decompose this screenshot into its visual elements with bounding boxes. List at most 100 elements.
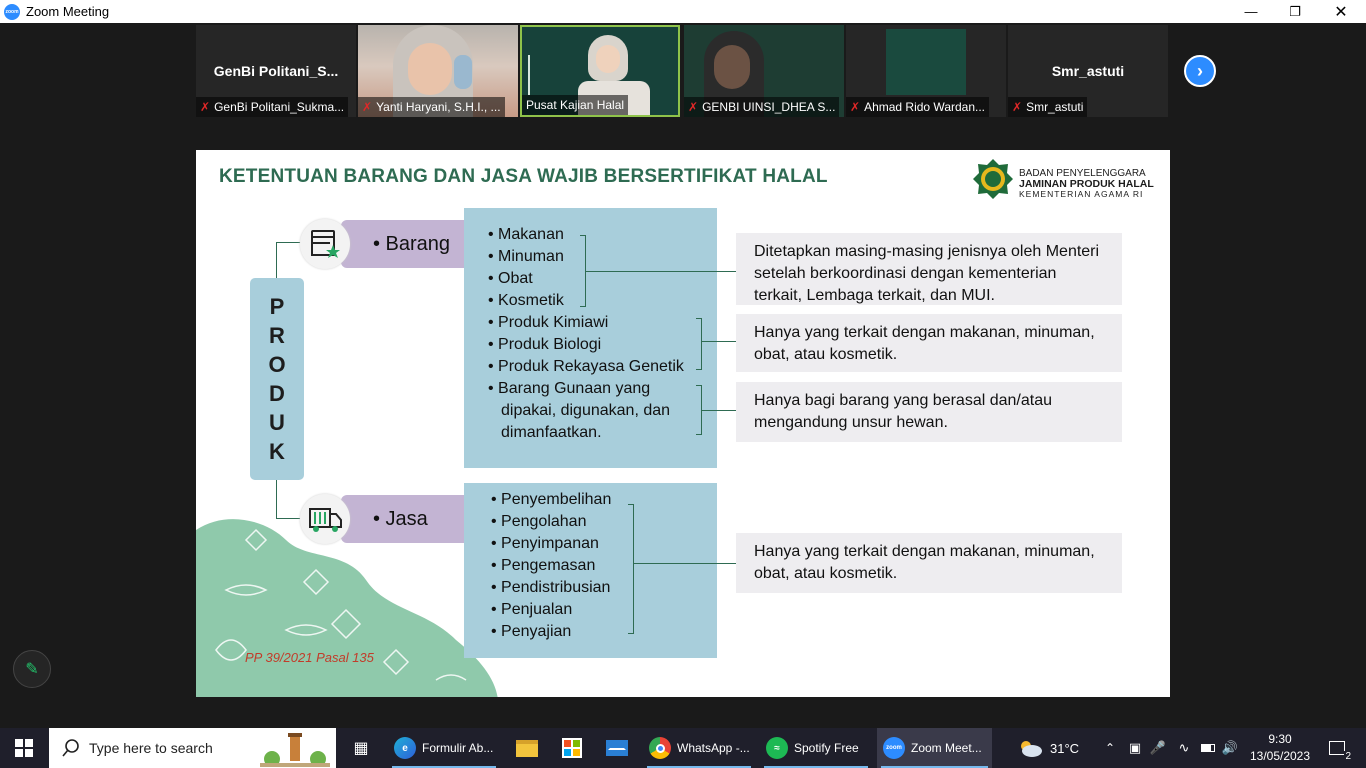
shop-star-icon	[300, 219, 350, 269]
notification-center-button[interactable]: 2	[1322, 728, 1352, 768]
connector-line	[702, 341, 736, 342]
participant-display-name: Smr_astuti	[1051, 63, 1125, 79]
search-highlight-illustration-icon	[260, 733, 330, 767]
chevron-up-icon: ⌃	[1104, 741, 1116, 755]
windows-logo-icon	[15, 739, 33, 757]
taskbar-app[interactable]	[508, 728, 546, 768]
participant-label: ✗ GENBI UINSI_DHEA S...	[684, 97, 840, 117]
list-item: • Obat	[488, 270, 533, 287]
note-box: Hanya yang terkait dengan makanan, minum…	[736, 533, 1122, 593]
list-item: • Produk Rekayasa Genetik	[488, 358, 684, 375]
participant-tile[interactable]: Smr_astuti ✗ Smr_astuti	[1008, 25, 1168, 117]
participant-label: ✗ Yanti Haryani, S.H.I., ...	[358, 97, 505, 117]
volume-icon[interactable]: 🔊	[1221, 728, 1239, 768]
participant-tile[interactable]: ✗ Yanti Haryani, S.H.I., ...	[358, 25, 518, 117]
task-view-button[interactable]: ▦	[345, 728, 377, 768]
taskbar-app[interactable]: WhatsApp -...	[643, 728, 755, 768]
participant-label: ✗ GenBi Politani_Sukma...	[196, 97, 349, 117]
produk-box: PR OD UK	[250, 278, 304, 480]
taskbar-app[interactable]: e Formulir Ab...	[388, 728, 500, 768]
close-button[interactable]: ✕	[1318, 0, 1364, 23]
wifi-icon[interactable]: ∿	[1175, 728, 1193, 768]
taskbar: Type here to search ▦ e Formulir Ab... W…	[0, 728, 1366, 768]
taskbar-search-box[interactable]: Type here to search	[49, 728, 336, 768]
store-icon	[562, 738, 582, 758]
list-item: dipakai, digunakan, dan	[501, 402, 671, 419]
list-item: • Pendistribusian	[491, 579, 611, 596]
connector-line	[276, 242, 277, 279]
list-item: • Penyajian	[491, 623, 572, 640]
next-page-button[interactable]: ›	[1184, 55, 1216, 87]
mail-icon	[606, 740, 628, 756]
connector-line	[702, 410, 736, 411]
pencil-icon: ✎	[25, 661, 39, 678]
shared-slide: KETENTUAN BARANG DAN JASA WAJIB BERSERTI…	[196, 150, 1170, 697]
delivery-truck-icon	[300, 494, 350, 544]
cloud-sun-icon	[1021, 741, 1042, 757]
bracket-line	[696, 318, 702, 370]
note-box: Ditetapkan masing-masing jenisnya oleh M…	[736, 233, 1122, 305]
participant-tile-active[interactable]: Pusat Kajian Halal	[520, 25, 680, 117]
participant-tile[interactable]: ✗ GENBI UINSI_DHEA S...	[684, 25, 844, 117]
jasa-label: • Jasa	[341, 495, 475, 543]
start-button[interactable]	[0, 728, 48, 768]
list-item: • Minuman	[488, 248, 564, 265]
zoom-icon: zoom	[883, 737, 905, 759]
participant-display-name: GenBi Politani_S...	[213, 63, 339, 79]
edge-icon: e	[394, 737, 416, 759]
battery-icon[interactable]	[1199, 728, 1217, 768]
connector-line	[276, 480, 277, 518]
zoom-logo-icon: zoom	[4, 3, 20, 20]
list-item: • Makanan	[488, 226, 564, 243]
search-icon	[62, 739, 79, 757]
search-placeholder: Type here to search	[89, 740, 213, 756]
system-clock[interactable]: 9:30 13/05/2023	[1240, 731, 1320, 765]
microphone-icon[interactable]: 🎤	[1150, 728, 1166, 768]
bpjph-logo-text: BADAN PENYELENGGARA JAMINAN PRODUK HALAL…	[1019, 168, 1154, 200]
participant-tile[interactable]: ✗ Ahmad Rido Wardan...	[846, 25, 1006, 117]
list-item: • Pengemasan	[491, 557, 596, 574]
list-item: • Produk Kimiawi	[488, 314, 609, 331]
chevron-right-icon: ›	[1197, 60, 1203, 81]
restore-button[interactable]: ❐	[1272, 0, 1318, 23]
taskbar-app[interactable]: ≈ Spotify Free	[760, 728, 872, 768]
notification-icon: 2	[1329, 741, 1352, 762]
spotify-icon: ≈	[766, 737, 788, 759]
tray-meet-now-icon[interactable]: ▣	[1126, 728, 1144, 768]
minimize-button[interactable]: —	[1228, 0, 1274, 23]
citation-text: PP 39/2021 Pasal 135	[245, 650, 374, 665]
list-item: • Produk Biologi	[488, 336, 602, 353]
mic-muted-icon: ✗	[688, 100, 699, 114]
list-item: • Barang Gunaan yang	[488, 380, 651, 397]
mic-muted-icon: ✗	[1012, 100, 1023, 114]
slide-title: KETENTUAN BARANG DAN JASA WAJIB BERSERTI…	[219, 166, 828, 187]
note-box: Hanya yang terkait dengan makanan, minum…	[736, 314, 1122, 372]
mic-muted-icon: ✗	[362, 100, 373, 114]
list-item: • Penyimpanan	[491, 535, 599, 552]
task-view-icon: ▦	[353, 740, 369, 757]
barang-label: • Barang	[341, 220, 473, 268]
file-explorer-icon	[516, 739, 538, 757]
participant-tile[interactable]: GenBi Politani_S... ✗ GenBi Politani_Sukm…	[196, 25, 356, 117]
meeting-area: GenBi Politani_S... ✗ GenBi Politani_Sukm…	[0, 23, 1366, 728]
weather-widget[interactable]: 31°C	[1016, 728, 1079, 768]
list-item: • Pengolahan	[491, 513, 587, 530]
window-title: Zoom Meeting	[26, 4, 110, 19]
kemenag-emblem-icon	[973, 159, 1013, 199]
participant-label: ✗ Ahmad Rido Wardan...	[846, 97, 990, 117]
chrome-icon	[649, 737, 671, 759]
annotate-pencil-button[interactable]: ✎	[13, 650, 51, 688]
bracket-line	[628, 504, 634, 634]
taskbar-app-active[interactable]: zoom Zoom Meet...	[877, 728, 992, 768]
list-item: • Kosmetik	[488, 292, 564, 309]
participant-label: Pusat Kajian Halal	[522, 95, 629, 115]
taskbar-app[interactable]	[553, 728, 591, 768]
list-item: dimanfaatkan.	[501, 424, 602, 441]
title-bar: zoom Zoom Meeting — ❐ ✕	[0, 0, 1366, 23]
mic-muted-icon: ✗	[850, 100, 861, 114]
list-item: • Penyembelihan	[491, 491, 612, 508]
connector-line	[586, 271, 736, 272]
taskbar-app[interactable]	[598, 728, 636, 768]
show-hidden-icons-button[interactable]: ⌃	[1103, 728, 1117, 768]
list-item: • Penjualan	[491, 601, 573, 618]
